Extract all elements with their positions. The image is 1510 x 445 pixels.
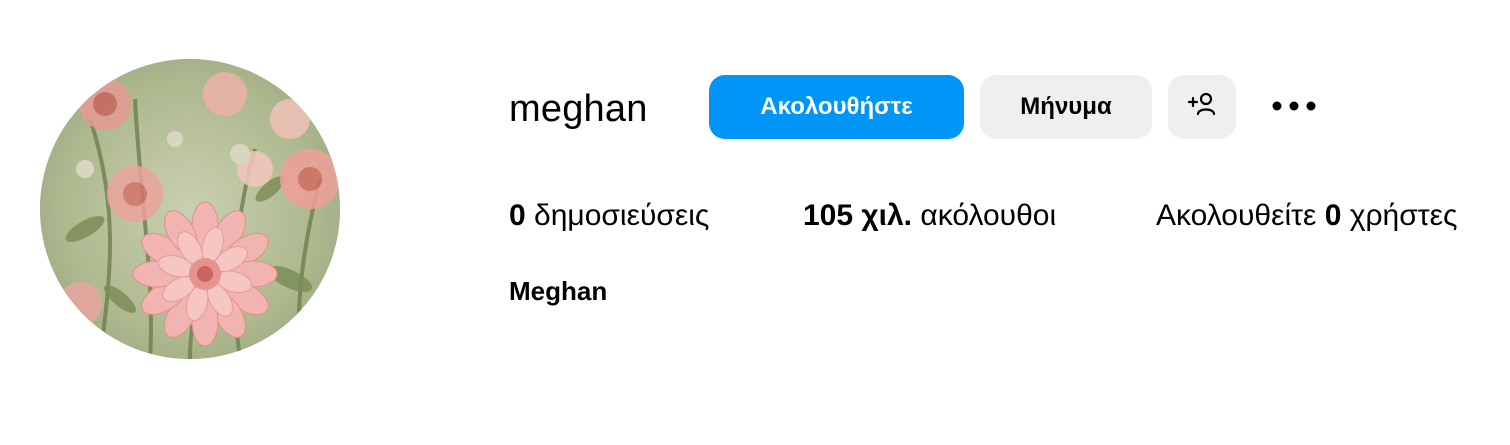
followers-link[interactable]: 105 χιλ. ακόλουθοι [803, 193, 1056, 239]
more-dots-icon [1272, 98, 1316, 116]
username: meghan [509, 88, 648, 130]
follow-button[interactable]: Ακολουθήστε [709, 75, 964, 139]
add-person-icon [1186, 90, 1218, 125]
message-button[interactable]: Μήνυμα [980, 75, 1152, 139]
following-prefix: Ακολουθείτε [1156, 199, 1317, 232]
profile-header: meghan Ακολουθήστε Μήνυμα 0 δημοσιεύσεις… [0, 0, 1510, 445]
more-options-button[interactable] [1262, 87, 1326, 127]
posts-stat: 0 δημοσιεύσεις [509, 193, 709, 239]
full-name: Meghan [509, 276, 608, 306]
posts-count: 0 [509, 199, 526, 232]
profile-stats: 0 δημοσιεύσεις 105 χιλ. ακόλουθοι Ακολου… [509, 193, 1510, 239]
suggest-people-button[interactable] [1168, 75, 1236, 139]
flower-photo [40, 59, 340, 359]
following-link[interactable]: Ακολουθείτε 0 χρήστες [1156, 193, 1457, 239]
avatar[interactable] [40, 59, 340, 359]
followers-label: ακόλουθοι [920, 199, 1057, 232]
followers-count: 105 χιλ. [803, 199, 913, 232]
posts-label: δημοσιεύσεις [534, 199, 710, 232]
following-suffix: χρήστες [1349, 199, 1458, 232]
following-count: 0 [1324, 199, 1342, 232]
